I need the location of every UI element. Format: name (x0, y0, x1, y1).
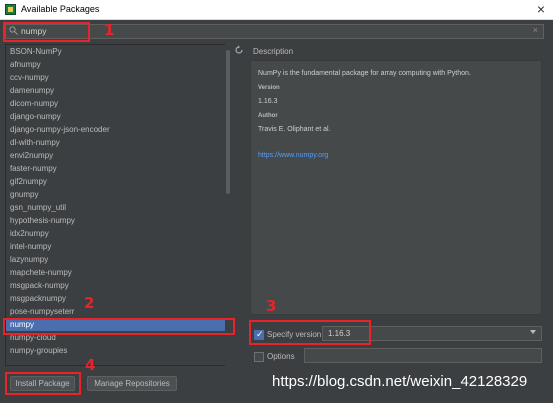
package-item[interactable]: pose-numpyseterr (6, 305, 229, 318)
options-checkbox[interactable] (254, 352, 264, 362)
annotation-box-install (5, 372, 81, 395)
package-author: Travis E. Oliphant et al. (258, 126, 331, 133)
package-item[interactable]: gif2numpy (6, 175, 229, 188)
chevron-down-icon[interactable] (530, 330, 536, 334)
options-input[interactable] (304, 348, 542, 363)
window-title: Available Packages (21, 4, 100, 14)
package-version: 1.16.3 (258, 98, 278, 105)
package-item[interactable]: dicom-numpy (6, 97, 229, 110)
package-url-link[interactable]: https://www.numpy.org (258, 152, 328, 159)
package-item[interactable]: faster-numpy (6, 162, 229, 175)
annotation-number-1: 1 (104, 21, 115, 39)
package-item[interactable]: dl-with-numpy (6, 136, 229, 149)
package-item[interactable]: gsn_numpy_util (6, 201, 229, 214)
manage-repositories-button[interactable]: Manage Repositories (87, 376, 177, 391)
package-item[interactable]: damenumpy (6, 84, 229, 97)
package-item[interactable]: django-numpy (6, 110, 229, 123)
refresh-icon[interactable] (234, 45, 244, 58)
package-item[interactable]: hypothesis-numpy (6, 214, 229, 227)
version-header: Version (258, 85, 280, 91)
package-item[interactable]: envi2numpy (6, 149, 229, 162)
scrollbar-thumb[interactable] (226, 50, 230, 194)
package-item[interactable]: numpy-groupies (6, 344, 229, 357)
annotation-number-2: 2 (84, 294, 95, 312)
close-icon[interactable]: × (537, 2, 545, 16)
package-item[interactable]: intel-numpy (6, 240, 229, 253)
author-header: Author (258, 113, 278, 119)
options-label: Options (267, 352, 295, 361)
clear-search-icon[interactable]: × (533, 25, 538, 35)
package-item[interactable]: msgpacknumpy (6, 292, 229, 305)
annotation-box-version (249, 320, 371, 345)
package-summary: NumPy is the fundamental package for arr… (258, 70, 471, 77)
package-item[interactable]: BSON-NumPy (6, 45, 229, 58)
annotation-box-selected (3, 318, 235, 335)
annotation-box-search (3, 22, 90, 42)
annotation-number-4: 4 (85, 356, 96, 374)
package-item[interactable]: mapchete-numpy (6, 266, 229, 279)
package-item[interactable]: idx2numpy (6, 227, 229, 240)
description-panel: NumPy is the fundamental package for arr… (250, 60, 542, 315)
description-label: Description (253, 47, 294, 56)
package-item[interactable]: django-numpy-json-encoder (6, 123, 229, 136)
package-item[interactable]: afnumpy (6, 58, 229, 71)
package-item[interactable]: msgpack-numpy (6, 279, 229, 292)
watermark-text: https://blog.csdn.net/weixin_42128329 (272, 373, 528, 390)
package-item[interactable]: lazynumpy (6, 253, 229, 266)
title-bar: Available Packages × (0, 0, 553, 20)
package-item[interactable]: ccv-numpy (6, 71, 229, 84)
annotation-number-3: 3 (266, 297, 277, 315)
package-item[interactable]: gnumpy (6, 188, 229, 201)
pycharm-app-icon (5, 4, 16, 15)
